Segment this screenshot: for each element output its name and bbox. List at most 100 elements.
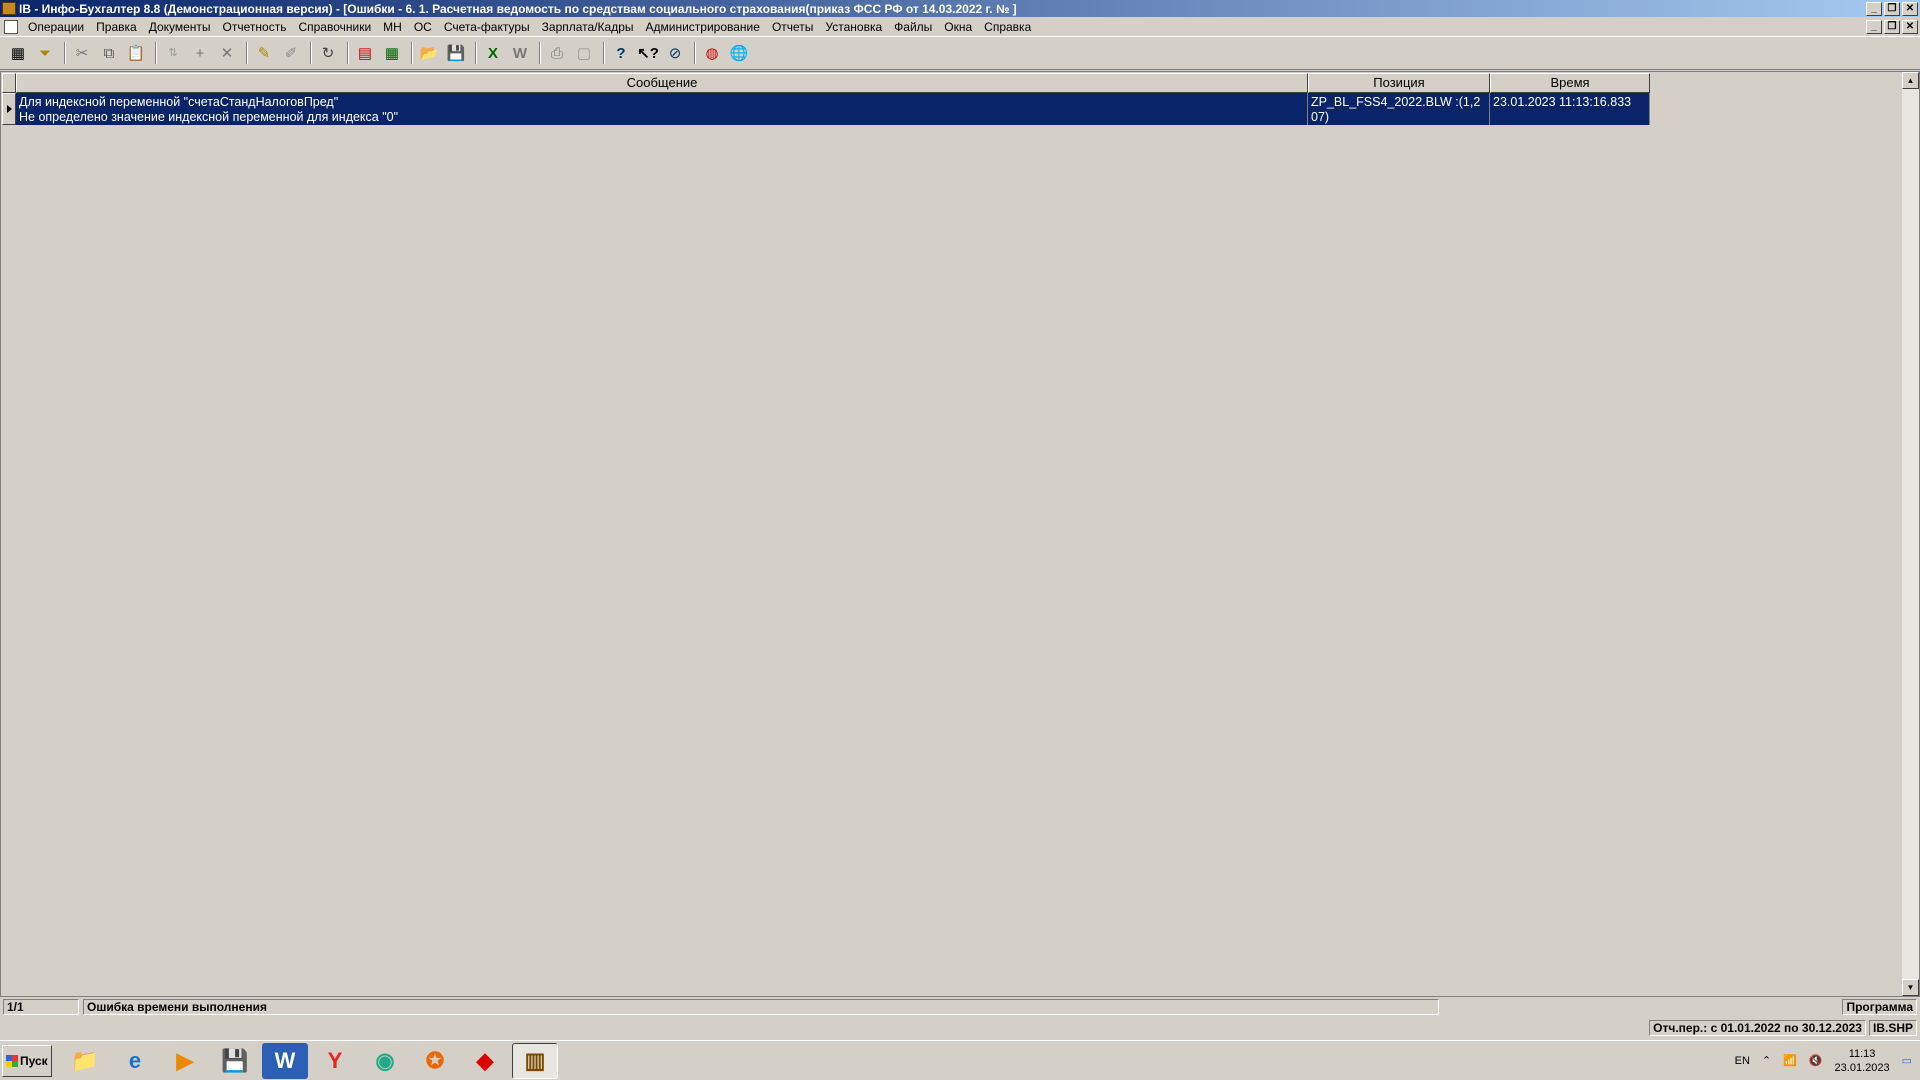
chrome-icon[interactable]: ◉ <box>362 1043 408 1079</box>
position-line-1: ZP_BL_FSS4_2022.BLW :(1,2 <box>1311 95 1481 109</box>
title-bar: IB - Инфо-Бухгалтер 8.8 (Демонстрационна… <box>0 0 1920 17</box>
word-app-icon[interactable]: W <box>262 1042 308 1079</box>
spreadsheet-icon[interactable]: ▦ <box>380 41 404 65</box>
pdf-icon[interactable]: ▤ <box>353 41 377 65</box>
menu-invoices[interactable]: Счета-фактуры <box>438 20 536 34</box>
restore-button[interactable]: ❐ <box>1884 1 1900 16</box>
cell-position[interactable]: ZP_BL_FSS4_2022.BLW :(1,2 07) <box>1308 93 1490 125</box>
excel-icon[interactable]: X <box>481 41 505 65</box>
cell-message[interactable]: Для индексной переменной "счетаСтандНало… <box>16 93 1308 125</box>
menu-os[interactable]: ОС <box>408 20 438 34</box>
help-icon[interactable]: ? <box>609 41 633 65</box>
column-header-time[interactable]: Время <box>1490 73 1650 93</box>
cut-icon[interactable]: ✂ <box>70 41 94 65</box>
menu-edit[interactable]: Правка <box>90 20 143 34</box>
explorer-icon[interactable]: 📁 <box>62 1043 108 1079</box>
menu-administration[interactable]: Администрирование <box>640 20 766 34</box>
time-value: 23.01.2023 11:13:16.833 <box>1493 95 1632 109</box>
period-status-bar: Отч.пер.: с 01.01.2022 по 30.12.2023 IB.… <box>0 1018 1920 1038</box>
menu-reports[interactable]: Отчеты <box>766 20 819 34</box>
web-icon[interactable]: 🌐 <box>727 41 751 65</box>
red-diamond-app-icon[interactable]: ◆ <box>462 1043 508 1079</box>
yandex-browser-icon[interactable]: Y <box>312 1043 358 1079</box>
save-icon[interactable]: 💾 <box>444 41 468 65</box>
menu-salary-hr[interactable]: Зарплата/Кадры <box>536 20 640 34</box>
message-line-1: Для индексной переменной "счетаСтандНало… <box>19 95 339 109</box>
document-icon[interactable] <box>4 19 18 34</box>
fox-app-icon[interactable]: ✪ <box>412 1043 458 1079</box>
error-grid-area: Сообщение Позиция Время Для индексной пе… <box>0 71 1920 997</box>
unmark-icon[interactable]: ✐ <box>279 41 303 65</box>
open-folder-icon[interactable]: 📂 <box>417 41 441 65</box>
status-bar: 1/1 Ошибка времени выполнения Программа <box>0 997 1920 1017</box>
child-close-button[interactable]: ✕ <box>1902 19 1918 34</box>
column-header-position[interactable]: Позиция <box>1308 73 1490 93</box>
menu-mn[interactable]: МН <box>377 20 408 34</box>
cell-time[interactable]: 23.01.2023 11:13:16.833 <box>1490 93 1650 125</box>
vertical-scrollbar[interactable]: ▲ ▼ <box>1902 72 1919 996</box>
floppy-save-icon[interactable]: 💾 <box>212 1043 258 1079</box>
table-row[interactable]: Для индексной переменной "счетаСтандНало… <box>2 93 1650 125</box>
print-icon[interactable]: ⎙ <box>545 41 569 65</box>
scroll-down-button[interactable]: ▼ <box>1902 979 1919 996</box>
column-header-message[interactable]: Сообщение <box>16 73 1308 93</box>
record-counter: 1/1 <box>3 999 79 1015</box>
menu-operations[interactable]: Операции <box>22 20 90 34</box>
menu-windows[interactable]: Окна <box>938 20 978 34</box>
child-minimize-button[interactable]: _ <box>1866 19 1882 34</box>
menu-setup[interactable]: Установка <box>819 20 888 34</box>
position-line-2: 07) <box>1311 110 1330 124</box>
preview-icon[interactable]: ▢ <box>572 41 596 65</box>
menu-reporting[interactable]: Отчетность <box>217 20 293 34</box>
sort-icon[interactable]: ⇅ <box>161 41 185 65</box>
tray-expand-icon[interactable]: ⌃ <box>1762 1054 1771 1067</box>
system-tray: EN ⌃ 📶 🔇 11:13 23.01.2023 ▭ <box>1735 1047 1912 1075</box>
context-help-icon[interactable]: ↖? <box>636 41 660 65</box>
minimize-button[interactable]: _ <box>1866 1 1882 16</box>
filter-icon[interactable]: ⏷ <box>33 41 57 65</box>
menu-documents[interactable]: Документы <box>143 20 217 34</box>
menu-bar: Операции Правка Документы Отчетность Спр… <box>0 17 1920 36</box>
word-icon[interactable]: W <box>508 41 532 65</box>
clock-time: 11:13 <box>1848 1047 1876 1060</box>
close-button[interactable]: ✕ <box>1902 1 1918 16</box>
taskbar: Пуск 📁 e ▶ 💾 W Y ◉ ✪ ◆ ▥ EN ⌃ 📶 🔇 11:13 … <box>0 1040 1920 1080</box>
menu-files[interactable]: Файлы <box>888 20 938 34</box>
show-desktop-icon[interactable]: ▭ <box>1902 1054 1912 1067</box>
delete-icon[interactable]: ✕ <box>215 41 239 65</box>
windows-logo-icon <box>6 1054 18 1067</box>
compass-icon[interactable]: ⊘ <box>663 41 687 65</box>
row-indicator-icon[interactable] <box>2 93 16 125</box>
mark-icon[interactable]: ✎ <box>252 41 276 65</box>
app-icon[interactable] <box>2 2 16 15</box>
reporting-period[interactable]: Отч.пер.: с 01.01.2022 по 30.12.2023 <box>1649 1020 1866 1036</box>
error-grid: Сообщение Позиция Время Для индексной пе… <box>2 73 1650 125</box>
child-restore-button[interactable]: ❐ <box>1884 19 1900 34</box>
volume-icon[interactable]: 🔇 <box>1809 1054 1823 1067</box>
info-buhgalter-app-icon[interactable]: ▥ <box>512 1042 558 1079</box>
media-player-icon[interactable]: ▶ <box>162 1043 208 1079</box>
calculator-icon[interactable]: ▦ <box>6 41 30 65</box>
copy-icon[interactable]: ⧉ <box>97 41 121 65</box>
paste-icon[interactable]: 📋 <box>124 41 148 65</box>
message-line-2: Не определено значение индексной перемен… <box>19 110 399 124</box>
header-indicator <box>2 73 16 93</box>
language-indicator[interactable]: EN <box>1735 1055 1750 1067</box>
error-type-label: Ошибка времени выполнения <box>83 999 1439 1015</box>
start-label: Пуск <box>20 1053 48 1068</box>
menu-references[interactable]: Справочники <box>292 20 377 34</box>
grid-header: Сообщение Позиция Время <box>2 73 1650 93</box>
toolbar: ▦ ⏷ ✂ ⧉ 📋 ⇅ + ✕ ✎ ✐ ↻ ▤ ▦ 📂 💾 X W ⎙ ▢ ? … <box>0 36 1920 70</box>
scroll-up-button[interactable]: ▲ <box>1902 72 1919 89</box>
add-icon[interactable]: + <box>188 41 212 65</box>
menu-help[interactable]: Справка <box>978 20 1037 34</box>
network-icon[interactable]: 📶 <box>1783 1054 1797 1067</box>
window-title: IB - Инфо-Бухгалтер 8.8 (Демонстрационна… <box>19 1 1017 16</box>
refresh-icon[interactable]: ↻ <box>316 41 340 65</box>
internet-explorer-icon[interactable]: e <box>112 1043 158 1079</box>
support-icon[interactable]: ◍ <box>700 41 724 65</box>
child-window-controls: _ ❐ ✕ <box>1866 19 1918 34</box>
start-button[interactable]: Пуск <box>2 1044 52 1077</box>
clock[interactable]: 11:13 23.01.2023 <box>1835 1047 1890 1075</box>
window-controls: _ ❐ ✕ <box>1866 1 1918 16</box>
